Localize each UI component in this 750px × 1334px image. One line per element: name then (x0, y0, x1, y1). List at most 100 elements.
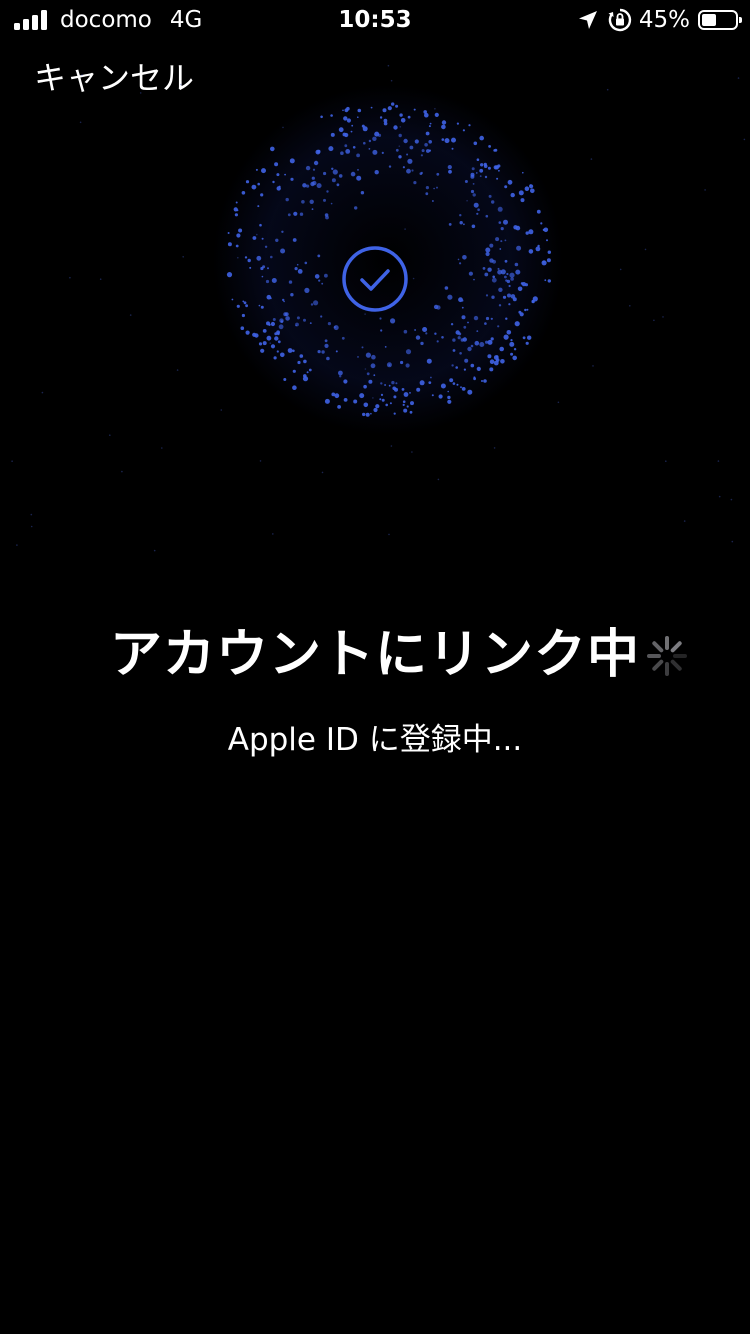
particle-dot (293, 211, 298, 216)
particle-dot (384, 384, 387, 386)
background-star (466, 199, 468, 202)
particle-dot (385, 403, 389, 407)
activity-spinner-icon (647, 636, 687, 676)
particle-dot (414, 139, 419, 144)
particle-dot (535, 246, 541, 252)
particle-dot (390, 318, 396, 324)
particle-dot (479, 135, 485, 141)
particle-dot (441, 124, 446, 130)
particle-dot (484, 322, 487, 325)
particle-dot (482, 267, 486, 270)
background-star (121, 470, 123, 473)
particle-dot (477, 208, 480, 211)
particle-dot (274, 332, 278, 336)
particle-dot (461, 315, 466, 320)
particle-dot (285, 197, 289, 202)
particle-dot (334, 393, 340, 399)
particle-dot (467, 346, 472, 352)
particle-dot (344, 144, 348, 148)
particle-dot (388, 165, 392, 168)
particle-dot (436, 172, 440, 176)
particle-dot (284, 173, 286, 176)
particle-dot (413, 108, 416, 111)
particle-dot (425, 332, 428, 335)
particle-dot (542, 260, 545, 263)
particle-dot (429, 122, 432, 125)
particle-dot (379, 116, 383, 119)
particle-dot (485, 247, 491, 253)
particle-dot (373, 374, 376, 377)
particle-dot (240, 326, 245, 331)
particle-dot (476, 158, 480, 161)
particle-dot (241, 313, 245, 318)
particle-dot (320, 115, 323, 119)
particle-dot (507, 293, 511, 298)
particle-dot (490, 317, 493, 320)
particle-dot (299, 212, 304, 216)
particle-dot (323, 171, 327, 176)
background-star (30, 525, 33, 528)
particle-dot (297, 360, 301, 365)
particle-dot (428, 125, 431, 128)
particle-dot (267, 267, 269, 270)
particle-dot (316, 183, 322, 189)
particle-dot (270, 146, 275, 152)
particle-dot (241, 191, 246, 195)
particle-dot (479, 168, 484, 173)
particle-dot (280, 352, 285, 358)
particle-dot (457, 258, 460, 261)
particle-dot (433, 304, 439, 310)
particle-dot (309, 199, 314, 204)
particle-dot (227, 232, 230, 234)
particle-dot (413, 181, 417, 185)
background-star (743, 138, 746, 141)
particle-dot (394, 387, 398, 392)
particle-dot (402, 166, 405, 169)
particle-dot (261, 237, 264, 240)
particle-dot (451, 147, 454, 150)
particle-dot (528, 229, 534, 235)
particle-dot (518, 190, 524, 196)
particle-dot (276, 350, 279, 353)
particle-dot (353, 399, 358, 404)
particle-dot (372, 149, 378, 155)
particle-dot (272, 318, 276, 321)
background-star (41, 391, 44, 394)
particle-dot (416, 387, 421, 392)
particle-dot (368, 139, 372, 143)
particle-dot (497, 325, 500, 328)
background-star (16, 544, 18, 546)
particle-dot (506, 272, 509, 276)
particle-dot (448, 169, 452, 174)
particle-dot (528, 249, 534, 254)
background-star (180, 83, 182, 86)
particle-dot (327, 322, 331, 326)
spinner-spoke (652, 659, 664, 671)
particle-dot (459, 221, 463, 225)
particle-dot (395, 382, 398, 385)
particle-dot (357, 116, 359, 118)
particle-dot (467, 389, 473, 395)
background-star (220, 409, 223, 411)
particle-dot (342, 109, 344, 112)
particle-dot (503, 219, 508, 225)
particle-dot (382, 108, 387, 113)
particle-dot (420, 341, 424, 346)
particle-dot (294, 267, 298, 271)
particle-dot (424, 143, 428, 147)
particle-dot (324, 339, 328, 343)
particle-dot (407, 158, 413, 164)
background-star (364, 313, 366, 315)
particle-dot (512, 297, 517, 302)
particle-dot (299, 354, 304, 358)
particle-dot (259, 223, 262, 227)
particle-dot (406, 153, 409, 156)
particle-dot (288, 280, 293, 284)
particle-dot (516, 245, 522, 251)
particle-dot (247, 258, 251, 263)
particle-dot (470, 172, 475, 177)
particle-dot (388, 384, 391, 387)
particle-dot (457, 336, 461, 340)
particle-dot (313, 300, 319, 306)
particle-dot (276, 173, 280, 177)
